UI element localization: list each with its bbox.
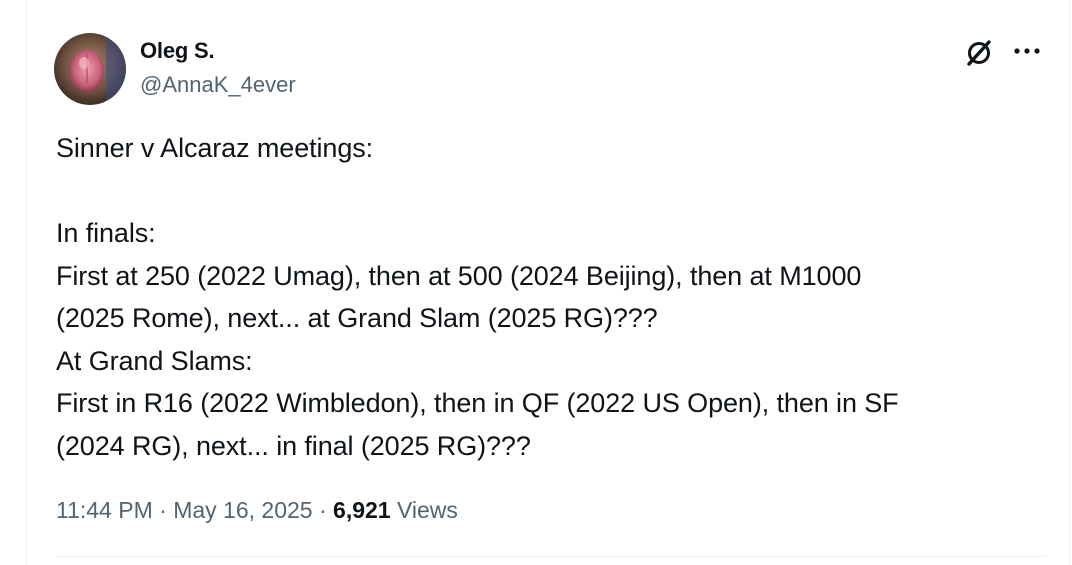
tweet-line: First at 250 (2022 Umag), then at 500 (2… <box>56 260 862 291</box>
meta-separator: · <box>318 497 327 523</box>
tweet-line: First in R16 (2022 Wimbledon), then in Q… <box>56 388 899 418</box>
avatar[interactable] <box>54 33 126 105</box>
author-handle[interactable]: @AnnaK_4ever <box>140 71 296 99</box>
tweet-line: In finals: <box>56 218 156 248</box>
more-horizontal-icon <box>1014 48 1040 54</box>
tweet-text: Sinner v Alcaraz meetings: In finals: Fi… <box>56 127 1016 467</box>
profile-photo-icon <box>54 33 126 105</box>
tweet-line: (2025 Rome), next... at Grand Slam (2025… <box>56 303 658 333</box>
grok-button[interactable] <box>962 36 996 70</box>
tweet-line: (2024 RG), next... in final (2025 RG)??? <box>56 430 531 461</box>
tweet-line: At Grand Slams: <box>56 345 253 376</box>
tweet-date[interactable]: May 16, 2025 <box>173 497 312 523</box>
more-button[interactable] <box>1010 36 1044 66</box>
grok-icon <box>967 40 991 66</box>
tweet-time[interactable]: 11:44 PM <box>56 497 153 523</box>
author-name[interactable]: Oleg S. <box>140 37 215 65</box>
views-count: 6,921 <box>333 497 391 523</box>
meta-separator: · <box>159 497 167 523</box>
divider <box>56 556 1044 557</box>
tweet-line: Sinner v Alcaraz meetings: <box>56 133 374 163</box>
views-label: Views <box>396 497 458 523</box>
tweet-meta: 11:44 PM · May 16, 2025 · 6,921 Views <box>56 494 458 526</box>
